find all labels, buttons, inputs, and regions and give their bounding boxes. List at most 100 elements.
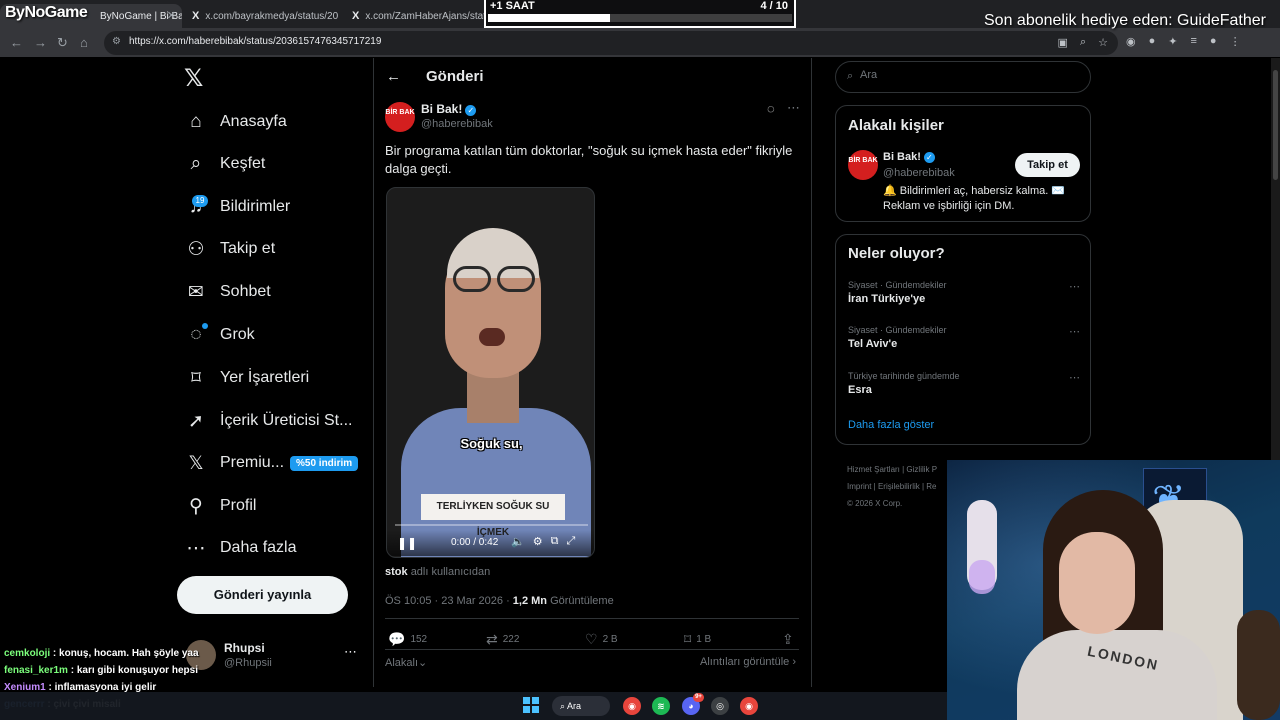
reading-list-icon[interactable]: ≡ bbox=[1190, 35, 1196, 48]
spotify-icon[interactable]: ≋ bbox=[652, 697, 670, 715]
taskbar-search-label: Ara bbox=[567, 701, 582, 711]
obs-icon[interactable]: ◎ bbox=[711, 697, 729, 715]
bookmark-star-icon[interactable]: ☆ bbox=[1098, 36, 1108, 49]
search-box[interactable]: ⌕ bbox=[835, 61, 1091, 93]
trend-more-icon[interactable]: ⋯ bbox=[1069, 371, 1080, 384]
nav-item[interactable]: ⌂ Anasayfa bbox=[185, 102, 286, 142]
bynogame-logo: ByNoGame bbox=[5, 4, 88, 21]
video-person-mouth bbox=[479, 328, 505, 346]
install-icon[interactable]: ▣ bbox=[1058, 36, 1068, 49]
trend-item[interactable]: Türkiye tarihinde gündemde Esra ⋯ bbox=[848, 371, 1080, 396]
puzzle-icon[interactable]: ✦ bbox=[1168, 35, 1177, 48]
author-name[interactable]: Bi Bak! ✓ bbox=[421, 102, 477, 116]
like-action[interactable]: ♡ 2 B bbox=[585, 631, 618, 648]
trend-category: Siyaset · Gündemdekiler bbox=[848, 325, 947, 335]
trend-item[interactable]: Siyaset · Gündemdekiler İran Türkiye'ye … bbox=[848, 280, 1080, 305]
source-user[interactable]: stok bbox=[385, 566, 408, 578]
settings-icon[interactable]: ⚙ bbox=[533, 535, 543, 548]
post-more-icon[interactable]: ⋯ bbox=[787, 100, 800, 116]
related-people-card: Alakalı kişiler BİR BAK Bi Bak! ✓ @habere… bbox=[835, 105, 1091, 222]
view-count: 1,2 Mn bbox=[512, 595, 548, 607]
view-quotes-link[interactable]: Alıntıları görüntüle › bbox=[700, 656, 796, 668]
nav-item[interactable]: ⌑ Yer İşaretleri bbox=[185, 358, 309, 398]
timer-count: 4 / 10 bbox=[760, 0, 788, 12]
chat-username[interactable]: cemkoloji bbox=[4, 648, 50, 659]
nav-item[interactable]: ♫Bildirimler bbox=[185, 187, 290, 227]
scroll-thumb[interactable] bbox=[1273, 70, 1278, 180]
share-action[interactable]: ⇪ bbox=[782, 631, 794, 648]
extension-icon[interactable]: ● bbox=[1149, 35, 1156, 48]
home-icon: ⌂ bbox=[190, 111, 202, 132]
profile-avatar-icon[interactable]: ● bbox=[1210, 35, 1217, 48]
related-name[interactable]: Bi Bak! ✓ bbox=[883, 151, 935, 163]
webcam-overlay: ❦ LONDON bbox=[947, 460, 1280, 720]
taskbar-search[interactable]: ⌕ Ara bbox=[552, 696, 610, 716]
account-more-icon[interactable]: ⋯ bbox=[344, 644, 357, 660]
nav-item[interactable]: ➚ İçerik Üreticisi St... bbox=[185, 401, 352, 441]
trend-name: Esra bbox=[848, 384, 872, 396]
back-arrow-icon[interactable]: ← bbox=[386, 68, 401, 85]
nav-item[interactable]: ⚇ Takip et bbox=[185, 229, 275, 269]
nav-item[interactable]: ⌕ Keşfet bbox=[185, 144, 266, 184]
streamer-body bbox=[1017, 630, 1217, 720]
home-icon[interactable]: ⌂ bbox=[80, 35, 88, 50]
menu-icon[interactable]: ⋮ bbox=[1230, 35, 1241, 48]
trend-more-icon[interactable]: ⋯ bbox=[1069, 325, 1080, 338]
x-logo-icon[interactable]: 𝕏 bbox=[184, 64, 203, 93]
reply-sort-dropdown[interactable]: Alakalı⌄ bbox=[385, 656, 427, 669]
follow-button[interactable]: Takip et bbox=[1015, 153, 1080, 177]
post-timestamp[interactable]: ÖS 10:05 · 23 Mar 2026 · bbox=[385, 595, 513, 607]
video-controls: ❚❚ 0:00 / 0:42 🔈 ⚙ ⧉ ⤢ bbox=[387, 530, 594, 556]
author-avatar[interactable]: BİR BAK bbox=[385, 102, 415, 132]
premium-discount-badge: %50 indirim bbox=[290, 456, 359, 471]
address-bar[interactable]: ⚙ https://x.com/haberebibak/status/20361… bbox=[104, 31, 1118, 55]
bookmark-action[interactable]: ⌑ 1 B bbox=[684, 631, 711, 648]
nav-item-label: Yer İşaretleri bbox=[220, 369, 310, 386]
nav-item[interactable]: ◌ Grok bbox=[185, 315, 254, 355]
extension-icon[interactable]: ◉ bbox=[1126, 35, 1136, 48]
author-handle[interactable]: @haberebibak bbox=[421, 118, 493, 130]
trend-more-icon[interactable]: ⋯ bbox=[1069, 280, 1080, 293]
video-control-buttons: 🔈 ⚙ ⧉ ⤢ bbox=[511, 535, 575, 548]
footer-line[interactable]: Hizmet Şartları | Gizlilik P bbox=[847, 461, 947, 478]
pause-icon[interactable]: ❚❚ bbox=[397, 536, 417, 550]
trend-item[interactable]: Siyaset · Gündemdekiler Tel Aviv'e ⋯ bbox=[848, 325, 1080, 350]
reply-action[interactable]: 💬 152 bbox=[388, 631, 427, 648]
pip-icon[interactable]: ⧉ bbox=[551, 535, 559, 548]
chrome-icon[interactable]: ◉ bbox=[740, 697, 758, 715]
reload-icon[interactable]: ↻ bbox=[57, 35, 68, 51]
chat-username[interactable]: fenasi_ker1m bbox=[4, 665, 68, 676]
nav-item[interactable]: 𝕏 Premiu... bbox=[185, 443, 284, 483]
nav-item[interactable]: ⋯ Daha fazla bbox=[185, 528, 297, 568]
video-progress-bar[interactable] bbox=[395, 524, 588, 526]
tab-title: x.com/bayrakmedya/status/20 bbox=[205, 10, 339, 22]
related-avatar[interactable]: BİR BAK bbox=[848, 150, 878, 180]
browser-tab[interactable]: X x.com/bayrakmedya/status/20 bbox=[184, 4, 344, 28]
video-player[interactable]: Soğuk su, TERLİYKEN SOĞUK SU İÇMEK ❚❚ 0:… bbox=[386, 187, 595, 558]
site-info-icon[interactable]: ⚙ bbox=[112, 36, 121, 47]
zoom-icon[interactable]: ⌕ bbox=[1080, 36, 1086, 49]
forward-icon[interactable]: → bbox=[34, 35, 47, 50]
chrome-icon[interactable]: ◉ bbox=[623, 697, 641, 715]
microphone-glow bbox=[969, 560, 995, 594]
x-logo-icon: 𝕏 bbox=[188, 452, 204, 474]
tab-close-icon[interactable]: ✕ bbox=[167, 9, 176, 22]
volume-icon[interactable]: 🔈 bbox=[511, 535, 525, 548]
browser-tab[interactable]: X x.com/ZamHaberAjans/status/2 bbox=[344, 4, 484, 28]
post-button[interactable]: Gönderi yayınla bbox=[177, 576, 348, 614]
nav-item[interactable]: ⚲ Profil bbox=[185, 486, 256, 526]
footer-line[interactable]: Imprint | Erişilebilirlik | Re bbox=[847, 478, 947, 495]
profile-icon: ⚲ bbox=[189, 495, 203, 517]
grok-explain-icon[interactable]: ◌ bbox=[767, 101, 775, 116]
chat-text: karı gibi konuşuyor hepsi bbox=[76, 665, 198, 676]
streamer-face bbox=[1059, 532, 1135, 634]
nav-item[interactable]: ✉ Sohbet bbox=[185, 272, 271, 312]
search-input[interactable] bbox=[860, 69, 1080, 81]
show-more-link[interactable]: Daha fazla göster bbox=[848, 419, 934, 431]
reply-sort-label: Alakalı bbox=[385, 657, 419, 669]
fullscreen-icon[interactable]: ⤢ bbox=[566, 535, 575, 548]
chat-separator: : bbox=[67, 665, 77, 676]
windows-start-icon[interactable] bbox=[523, 697, 539, 713]
repost-action[interactable]: ⇄ 222 bbox=[486, 631, 519, 648]
back-icon[interactable]: ← bbox=[10, 35, 23, 50]
